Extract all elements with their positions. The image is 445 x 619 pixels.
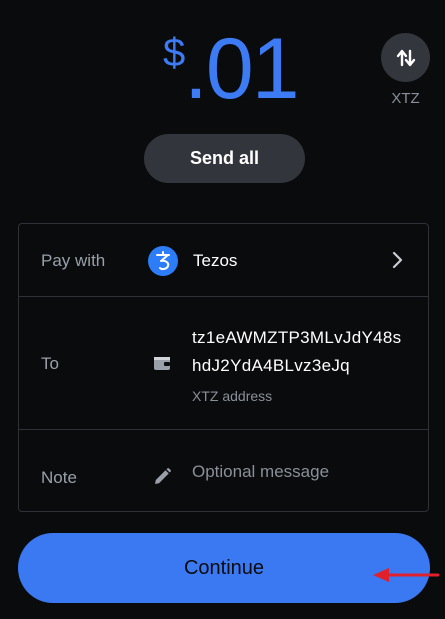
address-type-caption: XTZ address: [192, 388, 273, 404]
pay-with-row[interactable]: Pay with Tezos: [19, 224, 428, 297]
to-label: To: [41, 354, 59, 373]
pay-with-label: Pay with: [41, 251, 106, 270]
currency-symbol: $: [163, 31, 186, 75]
wallet-icon: [154, 357, 170, 370]
send-form: Pay with Tezos To tz1eAWMZTP3MLvJdY48s h…: [18, 223, 429, 512]
swap-unit-label: XTZ: [391, 90, 420, 107]
swap-currency-button[interactable]: [381, 33, 430, 82]
note-row: Note: [19, 430, 428, 512]
red-arrow-annotation-icon: [373, 568, 440, 582]
note-input[interactable]: [189, 457, 415, 487]
chevron-right-icon: [392, 251, 403, 269]
amount-value: .01: [184, 21, 300, 117]
send-all-button[interactable]: Send all: [144, 134, 305, 183]
note-label: Note: [41, 468, 77, 487]
recipient-row[interactable]: To tz1eAWMZTP3MLvJdY48s hdJ2YdA4BLvz3eJq…: [19, 297, 428, 430]
asset-name: Tezos: [193, 251, 238, 270]
swap-vertical-arrows-icon: [396, 49, 415, 66]
recipient-address-line1: tz1eAWMZTP3MLvJdY48s: [192, 328, 402, 347]
tezos-icon: [148, 246, 178, 276]
continue-button[interactable]: Continue: [18, 533, 430, 603]
pencil-icon: [155, 468, 171, 484]
recipient-address-line2: hdJ2YdA4BLvz3eJq: [192, 356, 350, 375]
